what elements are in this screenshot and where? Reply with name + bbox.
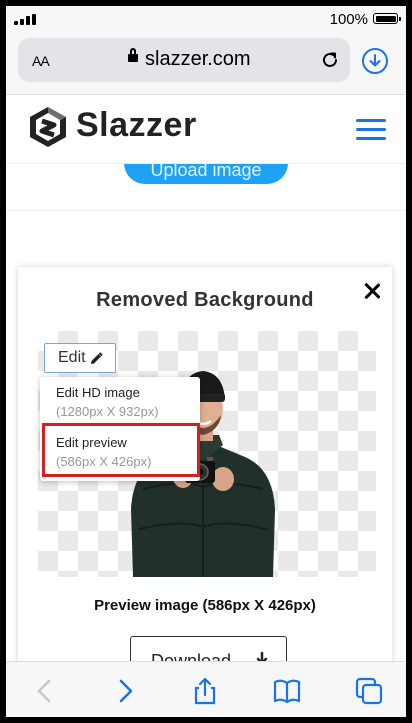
phone-screen: 100% AA slazzer.com Slazzer Upload image… xyxy=(6,6,406,717)
highlight-box xyxy=(42,423,200,477)
card-title: Removed Background xyxy=(96,289,314,311)
share-icon[interactable] xyxy=(190,676,220,706)
signal-icon xyxy=(14,14,38,25)
brand-name[interactable]: Slazzer xyxy=(76,106,197,145)
address-bar[interactable]: AA slazzer.com xyxy=(18,38,350,82)
download-arrow-icon xyxy=(369,54,381,67)
edit-button-label: Edit xyxy=(58,349,86,366)
bookmarks-icon[interactable] xyxy=(272,676,302,706)
status-bar: 100% xyxy=(6,6,406,32)
site-header: Slazzer xyxy=(6,95,406,164)
back-icon[interactable] xyxy=(30,676,60,706)
forward-icon[interactable] xyxy=(110,676,140,706)
menu-icon[interactable] xyxy=(356,119,386,140)
close-icon[interactable] xyxy=(360,279,384,303)
menu-item-title: Edit HD image xyxy=(56,385,140,400)
downloads-button[interactable] xyxy=(362,48,388,74)
lock-icon xyxy=(128,48,138,62)
url-text[interactable]: slazzer.com xyxy=(145,48,251,71)
slazzer-logo-icon[interactable] xyxy=(26,105,70,149)
tabs-icon[interactable] xyxy=(354,676,384,706)
preview-caption: Preview image (586px X 426px) xyxy=(94,597,316,614)
browser-top-bar: AA slazzer.com xyxy=(6,32,406,95)
battery-icon xyxy=(373,13,401,24)
browser-toolbar xyxy=(6,661,406,717)
pencil-icon xyxy=(91,352,103,364)
reload-icon[interactable] xyxy=(320,50,340,70)
section-divider xyxy=(6,210,406,211)
edit-button[interactable]: Edit xyxy=(44,343,116,373)
result-card: Removed Background Edit Edit HD image (1… xyxy=(18,267,392,717)
text-size-button[interactable]: AA xyxy=(32,50,50,71)
battery-percentage: 100% xyxy=(329,11,368,28)
menu-item-subtitle: (1280px X 932px) xyxy=(56,404,159,419)
